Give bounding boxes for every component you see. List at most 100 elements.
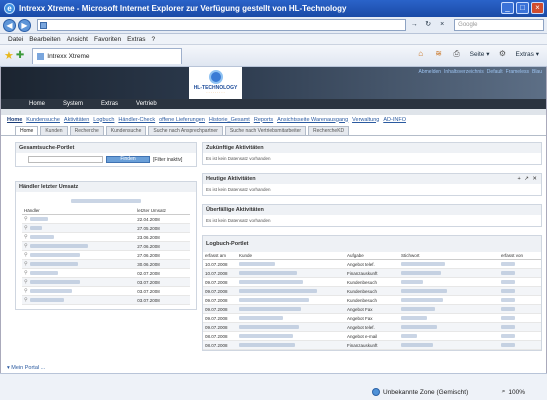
- forward-button[interactable]: ▶: [17, 18, 31, 32]
- window-titlebar: e Intrexx Xtreme - Microsoft Internet Ex…: [0, 0, 547, 17]
- link-blau[interactable]: Blau: [532, 69, 542, 75]
- link-abmelden[interactable]: Abmelden: [419, 69, 442, 75]
- zoom-control[interactable]: ⌕ 100%: [502, 388, 525, 396]
- menu-bearbeiten[interactable]: Bearbeiten: [29, 36, 60, 43]
- subnav-logbuch[interactable]: Logbuch: [93, 117, 114, 123]
- search-input[interactable]: Google: [454, 19, 544, 31]
- col-stichwort[interactable]: Stichwort: [399, 252, 499, 260]
- tab-home[interactable]: Home: [15, 126, 39, 135]
- tools-gear-icon: ⚙: [498, 49, 507, 58]
- stop-button[interactable]: ×: [436, 19, 448, 31]
- url-input[interactable]: [36, 19, 407, 31]
- nav-extras[interactable]: Extras: [101, 101, 118, 107]
- table-row[interactable]: 09.07.2008 Kundenbesuch: [203, 295, 541, 305]
- maximize-button[interactable]: □: [516, 2, 529, 14]
- table-row[interactable]: 08.07.2008 Angebot e-mail: [203, 331, 541, 341]
- nav-vertrieb[interactable]: Vertrieb: [136, 101, 157, 107]
- key-icon: ⚲: [24, 261, 28, 267]
- finden-button[interactable]: Finden: [106, 156, 150, 163]
- refresh-button[interactable]: ↻: [422, 19, 434, 31]
- menu-help[interactable]: ?: [152, 36, 156, 43]
- subnav-reports[interactable]: Reports: [254, 117, 273, 123]
- close-button[interactable]: ×: [531, 2, 544, 14]
- key-icon: ⚲: [24, 270, 28, 276]
- subnav-warenausgang[interactable]: Ansichtsseite Warenausgang: [277, 117, 348, 123]
- menu-favoriten[interactable]: Favoriten: [94, 36, 121, 43]
- key-icon: ⚲: [24, 216, 28, 222]
- tab-recherche[interactable]: Recherche: [69, 126, 104, 135]
- link-default[interactable]: Default: [487, 69, 503, 75]
- heutige-aktivitaeten-portlet: Heutige Aktivitäten + ↗ ✕ Es ist kein Da…: [202, 173, 542, 196]
- table-row[interactable]: ⚲ 27.05.2008: [22, 223, 190, 233]
- subnav-historie[interactable]: Historie_Gesamt: [209, 117, 250, 123]
- col-kunde[interactable]: Kunde: [237, 252, 345, 260]
- main-navigation: Home System Extras Vertrieb: [1, 99, 546, 109]
- feeds-icon[interactable]: ≋: [434, 49, 444, 59]
- nav-system[interactable]: System: [63, 101, 83, 107]
- subnav-home[interactable]: Home: [7, 117, 22, 123]
- browser-tab[interactable]: Intrexx Xtreme: [32, 47, 183, 64]
- table-row[interactable]: ⚲ 03.07.2008: [22, 277, 190, 287]
- print-icon[interactable]: ⎙: [452, 49, 462, 59]
- tab-ansprechpartner[interactable]: Suche nach Ansprechpartner: [148, 126, 223, 135]
- table-row[interactable]: 10.07.2008 Finanzauskunft: [203, 268, 541, 278]
- favorites-star-icon[interactable]: ★: [4, 49, 14, 62]
- col-erfasst-am[interactable]: erfasst am: [203, 252, 237, 260]
- page-content: HL-TECHNOLOGY · · · · · · · · · Abmelden…: [0, 67, 547, 373]
- minimize-button[interactable]: _: [501, 2, 514, 14]
- table-row[interactable]: ⚲ 27.06.2008: [22, 241, 190, 251]
- home-icon[interactable]: ⌂: [416, 49, 426, 59]
- subnav-aktivitaeten[interactable]: Aktivitäten: [64, 117, 89, 123]
- subnav-haendler-check[interactable]: Händler-Check: [118, 117, 155, 123]
- table-row[interactable]: ⚲ 27.06.2008: [22, 250, 190, 260]
- tab-kunden[interactable]: Kunden: [40, 126, 68, 135]
- page-menu-button[interactable]: Seite ▾: [470, 50, 490, 58]
- table-row[interactable]: ⚲ 02.07.2008: [22, 268, 190, 278]
- menu-datei[interactable]: Datei: [8, 36, 23, 43]
- back-button[interactable]: ◀: [3, 18, 16, 32]
- table-row[interactable]: 09.07.2008 Kundenbesuch: [203, 286, 541, 296]
- table-row[interactable]: 09.07.2008 Angebot telef.: [203, 322, 541, 332]
- subnav-verwaltung[interactable]: Verwaltung: [352, 117, 379, 123]
- subnav-offene-lieferungen[interactable]: offene Lieferungen: [159, 117, 205, 123]
- col-letzter-umsatz[interactable]: letzter Umsatz: [135, 207, 190, 215]
- tab-kundensuche[interactable]: Kundensuche: [105, 126, 147, 135]
- table-row[interactable]: ⚲ 23.06.2008: [22, 232, 190, 242]
- key-icon: ⚲: [24, 225, 28, 231]
- filter-status: [Filter inaktiv]: [153, 156, 183, 163]
- go-button[interactable]: →: [408, 19, 420, 31]
- menu-extras[interactable]: Extras: [127, 36, 145, 43]
- table-row[interactable]: 08.07.2008 Finanzauskunft: [203, 340, 541, 350]
- subnav-ad-info[interactable]: AD-INFO: [383, 117, 406, 123]
- table-row[interactable]: ⚲ 03.07.2008: [22, 286, 190, 296]
- table-row[interactable]: ⚲ 22.04.2008: [22, 214, 190, 224]
- table-row[interactable]: ⚲ 30.06.2008: [22, 259, 190, 269]
- portlet-tools[interactable]: + ↗ ✕: [518, 174, 539, 184]
- table-row[interactable]: ⚲ 03.07.2008: [22, 295, 190, 305]
- ie-logo-icon: e: [4, 3, 15, 14]
- add-favorite-icon[interactable]: ✚: [16, 50, 24, 61]
- table-row[interactable]: 10.07.2008 Angebot telef.: [203, 259, 541, 269]
- table-row[interactable]: 09.07.2008 Kundenbesuch: [203, 277, 541, 287]
- table-row[interactable]: 09.07.2008 Angebot Fax: [203, 313, 541, 323]
- col-aufgabe[interactable]: Aufgabe: [345, 252, 399, 260]
- menu-ansicht[interactable]: Ansicht: [67, 36, 88, 43]
- col-haendler[interactable]: Händler: [22, 207, 136, 215]
- key-icon: ⚲: [24, 243, 28, 249]
- subnav-kundensuche[interactable]: Kundensuche: [26, 117, 60, 123]
- extras-menu-button[interactable]: Extras ▾: [516, 50, 540, 58]
- table-row[interactable]: 09.07.2008 Angebot Fax: [203, 304, 541, 314]
- tab-vertriebsmitarbeiter[interactable]: Suche nach Vertriebsmitarbeiter: [224, 126, 307, 135]
- tab-recherchekd[interactable]: RechercheKD: [308, 126, 350, 135]
- nav-home[interactable]: Home: [29, 101, 45, 107]
- link-frameless[interactable]: Frameless: [506, 69, 529, 75]
- sub-navigation: Home Kundensuche Aktivitäten Logbuch Hän…: [1, 115, 546, 124]
- gesamtsuche-input[interactable]: [28, 156, 103, 163]
- col-erfasst-von[interactable]: erfasst von: [499, 252, 541, 260]
- haendler-table: Händler letzter Umsatz ⚲ 22.04.2008 ⚲ 27.0…: [22, 207, 190, 305]
- top-links: Abmelden Inhaltsverzeichnis Default Fram…: [419, 69, 542, 75]
- portal-tabs: Home Kunden Recherche Kundensuche Suche …: [1, 125, 546, 136]
- mein-portal-link[interactable]: ▾ Mein Portal ...: [7, 365, 45, 371]
- link-inhaltsverzeichnis[interactable]: Inhaltsverzeichnis: [444, 69, 484, 75]
- menu-bar: Datei Bearbeiten Ansicht Favoriten Extra…: [0, 34, 547, 45]
